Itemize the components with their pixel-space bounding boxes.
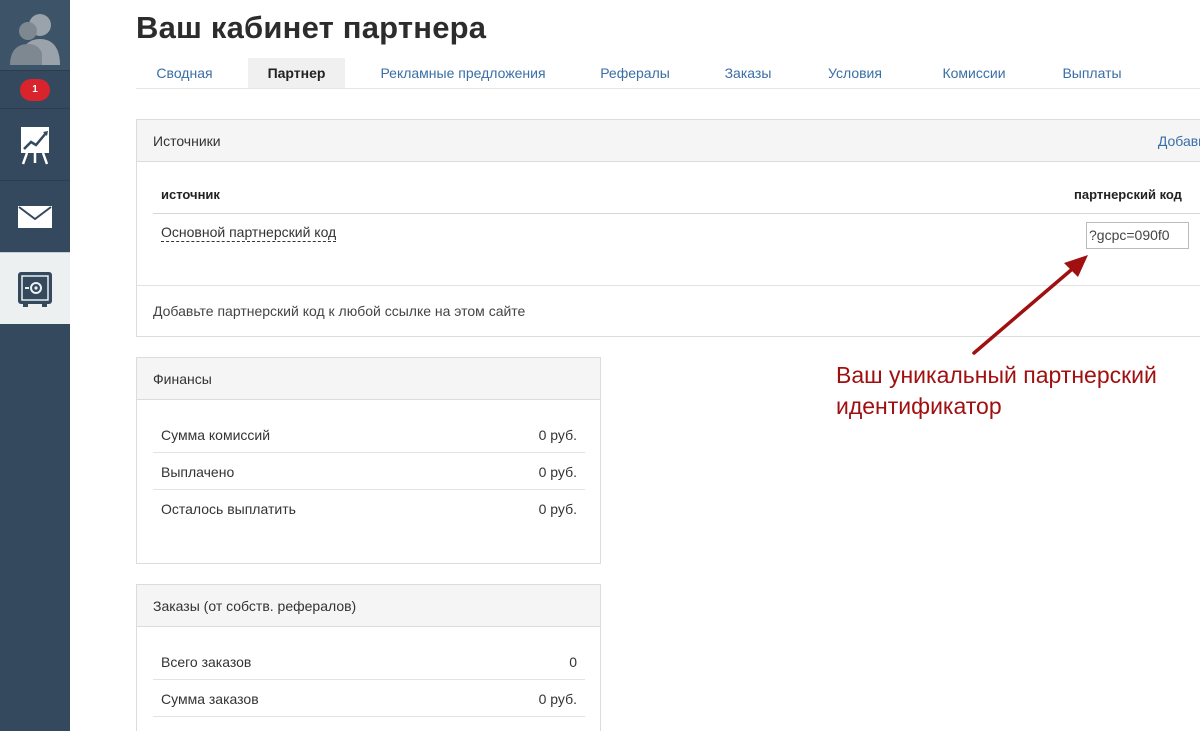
annotation-arrow bbox=[972, 255, 1088, 355]
sources-header: Источники Добави bbox=[137, 120, 1200, 162]
chart-easel-icon bbox=[21, 126, 49, 164]
tab-partner[interactable]: Партнер bbox=[248, 58, 345, 88]
finance-row: Осталось выплатить 0 руб. bbox=[153, 490, 585, 527]
finances-title: Финансы bbox=[153, 371, 212, 387]
sources-title: Источники bbox=[153, 133, 221, 149]
sidebar-item-messages[interactable] bbox=[0, 180, 70, 252]
sidebar-item-stats[interactable] bbox=[0, 108, 70, 180]
tab-bar: Сводная Партнер Рекламные предложения Ре… bbox=[136, 58, 1200, 89]
orders-row: Всего заказов 0 bbox=[153, 643, 585, 680]
avatar[interactable] bbox=[0, 0, 70, 70]
orders-value: 0 bbox=[569, 654, 577, 670]
orders-value: 0 руб. bbox=[538, 691, 577, 707]
tab-commissions[interactable]: Комиссии bbox=[923, 58, 1025, 88]
orders-title: Заказы (от собств. рефералов) bbox=[153, 598, 357, 614]
tab-summary[interactable]: Сводная bbox=[136, 58, 233, 88]
tab-referrals[interactable]: Рефералы bbox=[581, 58, 689, 88]
add-source-link[interactable]: Добави bbox=[1158, 120, 1200, 162]
tab-promo-offers[interactable]: Рекламные предложения bbox=[368, 58, 558, 88]
annotation-text: Ваш уникальный партнерский идентификатор bbox=[836, 362, 1157, 419]
orders-row: Сумма заказов 0 руб. bbox=[153, 680, 585, 717]
finance-row: Сумма комиссий 0 руб. bbox=[153, 416, 585, 453]
notifications-row[interactable]: 1 bbox=[0, 70, 70, 108]
sidebar-item-partner[interactable] bbox=[0, 252, 70, 324]
orders-panel: Заказы (от собств. рефералов) Всего зака… bbox=[136, 584, 601, 731]
notification-badge[interactable]: 1 bbox=[20, 78, 50, 101]
sidebar: 1 bbox=[0, 0, 70, 731]
column-header-partner-code: партнерский код bbox=[1074, 187, 1182, 202]
finance-row: Выплачено 0 руб. bbox=[153, 453, 585, 490]
sources-hint: Добавьте партнерский код к любой ссылке … bbox=[153, 303, 526, 319]
orders-label: Всего заказов bbox=[161, 654, 252, 670]
finances-panel: Финансы Сумма комиссий 0 руб. Выплачено … bbox=[136, 357, 601, 564]
tab-orders[interactable]: Заказы bbox=[710, 58, 786, 88]
partner-code-field[interactable]: ?gcpc=090f0 bbox=[1086, 222, 1189, 249]
finance-value: 0 руб. bbox=[538, 464, 577, 480]
orders-header: Заказы (от собств. рефералов) bbox=[137, 585, 600, 627]
table-header-divider bbox=[153, 213, 1200, 214]
source-name-link[interactable]: Основной партнерский код bbox=[161, 224, 337, 242]
finance-label: Сумма комиссий bbox=[161, 427, 271, 443]
user-silhouette-icon bbox=[10, 14, 60, 65]
tab-payouts[interactable]: Выплаты bbox=[1044, 58, 1140, 88]
column-header-source: источник bbox=[161, 187, 220, 202]
orders-label: Сумма заказов bbox=[161, 691, 259, 707]
safe-icon bbox=[18, 271, 52, 307]
page-title: Ваш кабинет партнера bbox=[136, 10, 487, 45]
finances-header: Финансы bbox=[137, 358, 600, 400]
finance-value: 0 руб. bbox=[538, 427, 577, 443]
tab-terms[interactable]: Условия bbox=[811, 58, 899, 88]
finance-value: 0 руб. bbox=[538, 501, 577, 517]
finance-label: Осталось выплатить bbox=[161, 501, 296, 517]
finance-label: Выплачено bbox=[161, 464, 235, 480]
envelope-icon bbox=[18, 205, 52, 228]
